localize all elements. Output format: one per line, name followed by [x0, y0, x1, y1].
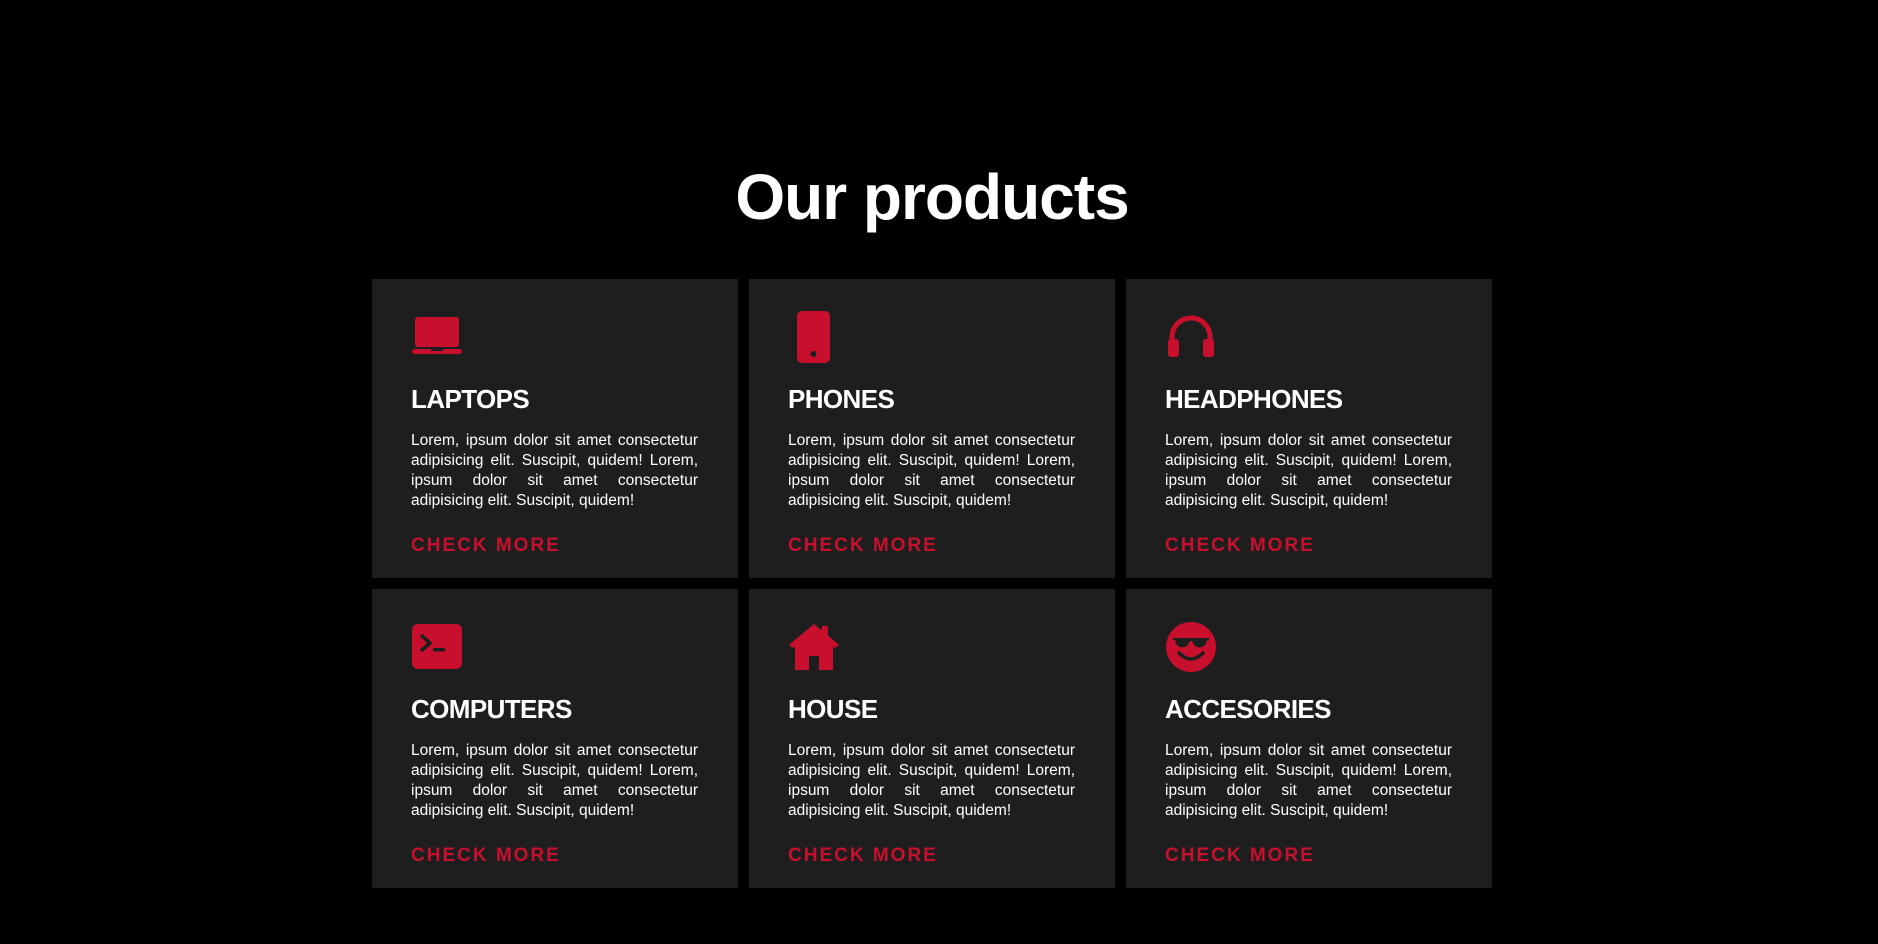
smiley-sunglasses-icon	[1165, 621, 1217, 673]
product-description: Lorem, ipsum dolor sit amet consectetur …	[788, 432, 1075, 509]
terminal-icon	[411, 621, 463, 673]
product-card-computers: COMPUTERS Lorem, ipsum dolor sit amet co…	[372, 589, 738, 888]
product-title: PHONES	[788, 384, 895, 414]
check-more-link-computers[interactable]: CHECK MORE	[411, 845, 561, 867]
product-card-accesories: ACCESORIES Lorem, ipsum dolor sit amet c…	[1126, 589, 1492, 888]
check-more-link-house[interactable]: CHECK MORE	[788, 845, 938, 867]
check-more-link-phones[interactable]: CHECK MORE	[788, 535, 938, 557]
product-description: Lorem, ipsum dolor sit amet consectetur …	[1165, 742, 1452, 819]
house-icon	[788, 621, 840, 673]
product-title: HEADPHONES	[1165, 384, 1343, 414]
product-card-headphones: HEADPHONES Lorem, ipsum dolor sit amet c…	[1126, 279, 1492, 578]
check-more-link-accesories[interactable]: CHECK MORE	[1165, 845, 1315, 867]
product-title: ACCESORIES	[1165, 694, 1332, 724]
product-description: Lorem, ipsum dolor sit amet consectetur …	[788, 742, 1075, 819]
product-description: Lorem, ipsum dolor sit amet consectetur …	[411, 432, 698, 509]
product-card-phones: PHONES Lorem, ipsum dolor sit amet conse…	[749, 279, 1115, 578]
product-title: HOUSE	[788, 694, 878, 724]
section-title: Our products	[735, 161, 1129, 233]
products-grid: LAPTOPS Lorem, ipsum dolor sit amet cons…	[372, 279, 1492, 888]
headphones-icon	[1165, 311, 1217, 363]
mobile-phone-icon	[788, 311, 840, 363]
product-card-laptops: LAPTOPS Lorem, ipsum dolor sit amet cons…	[372, 279, 738, 578]
check-more-link-headphones[interactable]: CHECK MORE	[1165, 535, 1315, 557]
product-description: Lorem, ipsum dolor sit amet consectetur …	[1165, 432, 1452, 509]
check-more-link-laptops[interactable]: CHECK MORE	[411, 535, 561, 557]
product-title: LAPTOPS	[411, 384, 530, 414]
laptop-icon	[411, 311, 463, 363]
product-title: COMPUTERS	[411, 694, 572, 724]
product-card-house: HOUSE Lorem, ipsum dolor sit amet consec…	[749, 589, 1115, 888]
products-section: Our products LAPTOPS Lorem, ipsum dolor …	[0, 0, 1878, 944]
product-description: Lorem, ipsum dolor sit amet consectetur …	[411, 742, 698, 819]
